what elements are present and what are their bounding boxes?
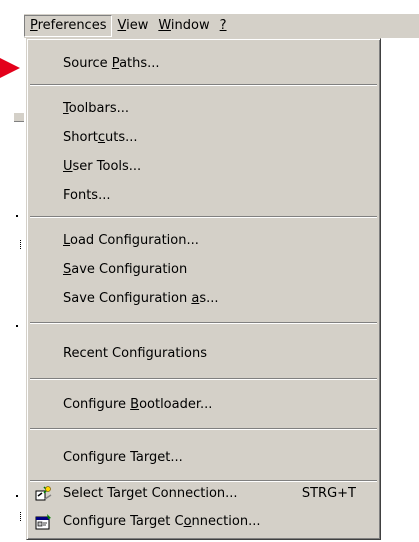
preferences-dropdown: Source Paths... Toolbars... Shortcuts...… bbox=[26, 38, 381, 540]
menu-item-recent-configurations[interactable]: Recent Configurations bbox=[29, 342, 378, 366]
select-connection-icon bbox=[35, 485, 53, 503]
background-dot bbox=[16, 325, 18, 327]
background-mark bbox=[20, 512, 24, 521]
menu-separator bbox=[30, 216, 377, 218]
menu-view[interactable]: View bbox=[112, 15, 153, 37]
menu-separator bbox=[30, 378, 377, 380]
menu-item-toolbars[interactable]: Toolbars... bbox=[29, 97, 378, 121]
menu-item-save-configuration-as[interactable]: Save Configuration as... bbox=[29, 287, 378, 311]
menu-item-save-configuration[interactable]: Save Configuration bbox=[29, 258, 378, 282]
menu-separator bbox=[30, 322, 377, 324]
menu-item-configure-target[interactable]: Configure Target... bbox=[29, 446, 378, 470]
background-dot bbox=[16, 215, 18, 217]
menu-item-source-paths[interactable]: Source Paths... bbox=[29, 52, 378, 76]
menu-item-fonts[interactable]: Fonts... bbox=[29, 184, 378, 208]
pointer-arrow-icon bbox=[0, 58, 20, 78]
menu-help[interactable]: ? bbox=[215, 15, 232, 37]
shortcut-label: STRG+T bbox=[301, 486, 356, 501]
menu-separator bbox=[30, 428, 377, 430]
background-toolbar-grip bbox=[14, 112, 24, 122]
background-window bbox=[0, 0, 24, 542]
background-dot bbox=[16, 495, 18, 497]
configure-connection-icon bbox=[35, 513, 53, 531]
menu-window[interactable]: Window bbox=[153, 15, 214, 37]
menu-bar: Preferences View Window ? bbox=[24, 14, 419, 38]
menu-separator bbox=[30, 84, 377, 86]
menu-preferences[interactable]: Preferences bbox=[24, 15, 113, 37]
menu-item-select-target-connection[interactable]: Select Target Connection... STRG+T bbox=[29, 482, 378, 506]
menu-item-shortcuts[interactable]: Shortcuts... bbox=[29, 126, 378, 150]
menu-item-load-configuration[interactable]: Load Configuration... bbox=[29, 229, 378, 253]
menu-item-configure-bootloader[interactable]: Configure Bootloader... bbox=[29, 393, 378, 417]
background-mark bbox=[20, 240, 24, 249]
menu-item-configure-target-connection[interactable]: Configure Target Connection... bbox=[29, 510, 378, 534]
menu-item-user-tools[interactable]: User Tools... bbox=[29, 155, 378, 179]
